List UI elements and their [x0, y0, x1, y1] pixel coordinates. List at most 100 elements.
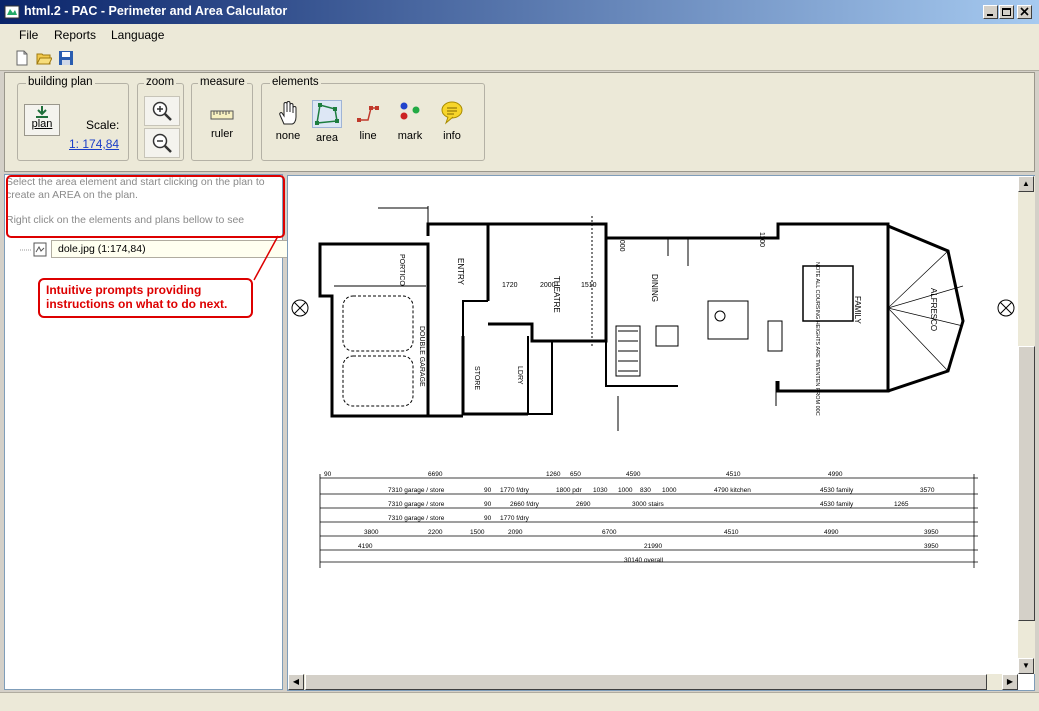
- horizontal-scroll-thumb[interactable]: [305, 674, 987, 690]
- element-area-button[interactable]: area: [309, 100, 345, 152]
- menu-reports[interactable]: Reports: [54, 28, 96, 42]
- element-mark-label: mark: [397, 130, 423, 142]
- close-icon: [1020, 7, 1029, 16]
- dim-r6-21990: 21990: [644, 543, 662, 550]
- dim-r2-family: 4530 family: [820, 487, 854, 494]
- app-icon: [4, 5, 20, 19]
- dim-r3-2690: 2690: [576, 501, 591, 508]
- dim-r1-650: 650: [570, 471, 581, 478]
- new-file-icon[interactable]: [14, 50, 30, 66]
- dim-r4-garage: 7310 garage / store: [388, 515, 445, 522]
- ribbon-toolbar: building plan plan Scale: 1: 174,84 zoom…: [4, 72, 1035, 172]
- dim-r6-3950: 3950: [924, 543, 939, 550]
- status-bar: [0, 692, 1039, 711]
- dim-r1-4590: 4590: [626, 471, 641, 478]
- dim-r5-4510: 4510: [724, 529, 739, 536]
- menu-bar: File Reports Language: [0, 24, 1039, 46]
- menu-language[interactable]: Language: [111, 28, 164, 42]
- dim-r5-2090: 2090: [508, 529, 523, 536]
- quick-toolbar: [0, 46, 1039, 71]
- scale-value-link[interactable]: 1: 174,84: [69, 137, 119, 151]
- group-zoom-label: zoom: [144, 76, 177, 88]
- room-family: FAMILY: [853, 296, 862, 325]
- element-none-button[interactable]: none: [270, 100, 306, 152]
- horizontal-scrollbar[interactable]: ◀ ▶: [288, 674, 1018, 690]
- dim-overall: 30140 overall: [624, 557, 664, 564]
- dim-r1-1260: 1260: [546, 471, 561, 478]
- hint-highlight-box: [6, 175, 285, 238]
- dim-r2-fdry: 1770 f/dry: [500, 487, 530, 494]
- scroll-right-button[interactable]: ▶: [1002, 674, 1018, 690]
- dim-r3-90: 90: [484, 501, 492, 508]
- element-none-label: none: [275, 130, 301, 142]
- element-info-label: info: [443, 130, 461, 142]
- menu-file[interactable]: File: [19, 28, 38, 42]
- room-laundry: LDRY: [516, 366, 523, 385]
- element-line-button[interactable]: line: [350, 100, 386, 152]
- vertical-scroll-thumb[interactable]: [1018, 346, 1035, 621]
- plan-canvas[interactable]: THEATRE DINING FAMILY ALFRESCO ENTRY POR…: [287, 175, 1035, 691]
- scale-label: Scale:: [86, 118, 120, 132]
- dim-r6-4190: 4190: [358, 543, 373, 550]
- element-area-label: area: [315, 132, 339, 144]
- room-store: STORE: [473, 366, 480, 390]
- group-zoom: zoom: [137, 76, 184, 161]
- zoom-in-icon: [152, 101, 172, 121]
- plan-button[interactable]: plan: [24, 104, 60, 136]
- element-line-label: line: [359, 130, 377, 142]
- dim-r2-3570: 3570: [920, 487, 935, 494]
- callout-tip: Intuitive prompts providing instructions…: [38, 278, 253, 318]
- title-bar: html.2 - PAC - Perimeter and Area Calcul…: [0, 0, 1039, 24]
- dim-1510: 1510: [581, 282, 597, 289]
- dim-1100: 1100: [758, 232, 765, 247]
- room-dining: DINING: [650, 274, 659, 302]
- open-folder-icon[interactable]: [36, 50, 52, 66]
- group-measure-label: measure: [198, 76, 247, 88]
- scroll-left-button[interactable]: ◀: [288, 674, 304, 690]
- dim-r4-fdry: 1770 f/dry: [500, 515, 530, 522]
- save-icon[interactable]: [58, 50, 74, 66]
- close-button[interactable]: [1017, 5, 1032, 19]
- element-mark-button[interactable]: mark: [392, 100, 428, 152]
- dim-r3-1265: 1265: [894, 501, 909, 508]
- minimize-icon: [987, 14, 993, 16]
- dim-r1-6690: 6690: [428, 471, 443, 478]
- dim-r2-1000a: 1000: [618, 487, 633, 494]
- group-building-plan: building plan plan Scale: 1: 174,84: [17, 76, 129, 161]
- dim-r5-2200: 2200: [428, 529, 443, 536]
- dim-r3-stairs: 3000 stairs: [632, 501, 665, 508]
- plan-button-label: plan: [31, 118, 53, 130]
- group-elements-label: elements: [270, 76, 321, 88]
- vertical-scrollbar[interactable]: ▲ ▼: [1018, 176, 1035, 674]
- dim-r5-3800: 3800: [364, 529, 379, 536]
- window-title: html.2 - PAC - Perimeter and Area Calcul…: [24, 4, 288, 18]
- room-double-garage: DOUBLE GARAGE: [418, 326, 425, 387]
- area-polygon-icon: [312, 100, 342, 128]
- dim-r1-4990: 4990: [828, 471, 843, 478]
- line-icon: [357, 106, 379, 122]
- dim-r4-90: 90: [484, 515, 492, 522]
- dim-r5-3950: 3950: [924, 529, 939, 536]
- zoom-out-button[interactable]: [144, 128, 180, 158]
- floor-plan-drawing: THEATRE DINING FAMILY ALFRESCO ENTRY POR…: [291, 206, 1015, 568]
- minimize-button[interactable]: [983, 5, 998, 19]
- scroll-down-button[interactable]: ▼: [1018, 658, 1034, 674]
- dim-1000: 1000: [618, 236, 625, 252]
- room-portico: PORTICO: [398, 254, 405, 286]
- group-elements: elements none area line mark info: [261, 76, 485, 161]
- ruler-button[interactable]: ruler: [198, 104, 246, 150]
- dim-r2-830: 830: [640, 487, 651, 494]
- zoom-out-icon: [152, 133, 172, 153]
- dim-2000: 2000: [540, 282, 556, 289]
- maximize-icon: [1002, 8, 1011, 16]
- maximize-button[interactable]: [999, 5, 1014, 19]
- element-info-button[interactable]: info: [434, 100, 470, 152]
- scroll-up-button[interactable]: ▲: [1018, 176, 1034, 192]
- dim-r1-90: 90: [324, 471, 332, 478]
- dim-r5-1500: 1500: [470, 529, 485, 536]
- family-note: NOTE ALL COURSING HEIGHTS ARE TWENTEN FR…: [814, 262, 820, 416]
- dim-r2-kitchen: 4790 kitchen: [714, 487, 751, 494]
- mark-dots-icon: [400, 102, 420, 120]
- dim-r2-1000b: 1000: [662, 487, 677, 494]
- zoom-in-button[interactable]: [144, 96, 180, 126]
